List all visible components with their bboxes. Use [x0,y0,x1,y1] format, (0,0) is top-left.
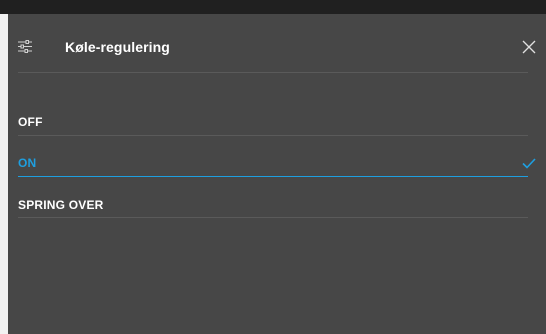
option-divider [18,217,528,218]
option-label: OFF [18,115,43,129]
header-divider [18,72,528,73]
option-spring-over[interactable]: SPRING OVER [18,184,528,224]
dialog-header: Køle-regulering [8,14,546,72]
option-label: ON [18,156,37,170]
option-divider-selected [18,176,528,177]
option-label: SPRING OVER [18,198,104,212]
dialog-panel: Køle-regulering OFF ON SPRING OVER [8,14,546,334]
checkmark-icon [522,156,536,169]
close-icon[interactable] [522,40,536,54]
option-divider [18,135,528,136]
top-bar [0,0,546,14]
sliders-icon [18,40,32,53]
dialog-title: Køle-regulering [65,39,170,55]
